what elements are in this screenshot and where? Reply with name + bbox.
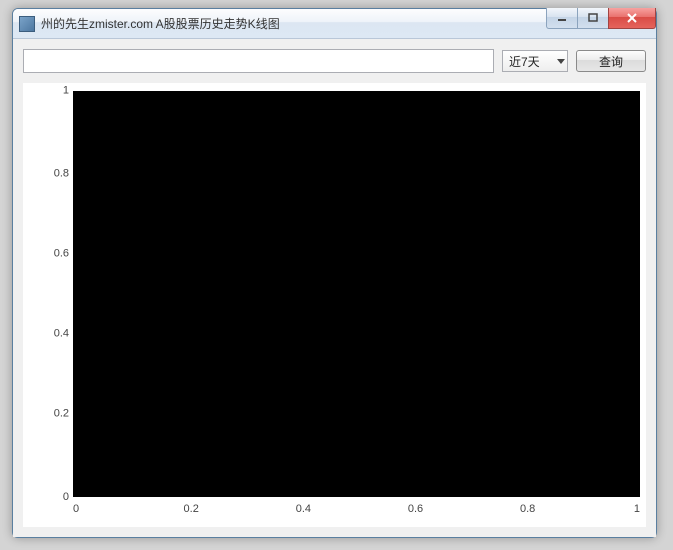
minimize-button[interactable] [546, 8, 578, 29]
x-tick-label: 0.4 [296, 504, 311, 515]
period-selected-label: 近7天 [509, 53, 540, 70]
app-window: 州的先生zmister.com A股股票历史走势K线图 近7天 查询 [12, 8, 657, 538]
period-select[interactable]: 近7天 [502, 50, 568, 72]
client-area: 近7天 查询 1 0.8 0.6 0.4 0.2 0 0 0.2 0.4 0.6… [13, 39, 656, 537]
chevron-down-icon [557, 59, 565, 64]
y-tick-label: 0.6 [23, 248, 69, 259]
x-tick-label: 0.2 [184, 504, 199, 515]
x-tick-label: 0.6 [408, 504, 423, 515]
y-tick-label: 0.8 [23, 169, 69, 180]
titlebar[interactable]: 州的先生zmister.com A股股票历史走势K线图 [13, 9, 656, 39]
toolbar: 近7天 查询 [23, 49, 646, 73]
y-tick-label: 0.2 [23, 408, 69, 419]
y-tick-label: 1 [23, 86, 69, 97]
minimize-icon [557, 13, 567, 23]
x-tick-label: 0 [73, 504, 79, 515]
x-tick-label: 1 [634, 504, 640, 515]
y-tick-label: 0 [23, 492, 69, 503]
stock-code-input[interactable] [23, 49, 494, 73]
x-tick-label: 0.8 [520, 504, 535, 515]
query-button[interactable]: 查询 [576, 50, 646, 72]
y-tick-label: 0.4 [23, 328, 69, 339]
app-icon [19, 16, 35, 32]
close-icon [626, 12, 638, 24]
maximize-icon [588, 13, 598, 23]
query-button-label: 查询 [599, 53, 623, 70]
window-controls [547, 8, 656, 29]
window-title: 州的先生zmister.com A股股票历史走势K线图 [41, 9, 280, 39]
chart-canvas: 1 0.8 0.6 0.4 0.2 0 0 0.2 0.4 0.6 0.8 1 [23, 83, 646, 527]
maximize-button[interactable] [577, 8, 609, 29]
close-button[interactable] [608, 8, 656, 29]
plot-area [73, 91, 640, 497]
